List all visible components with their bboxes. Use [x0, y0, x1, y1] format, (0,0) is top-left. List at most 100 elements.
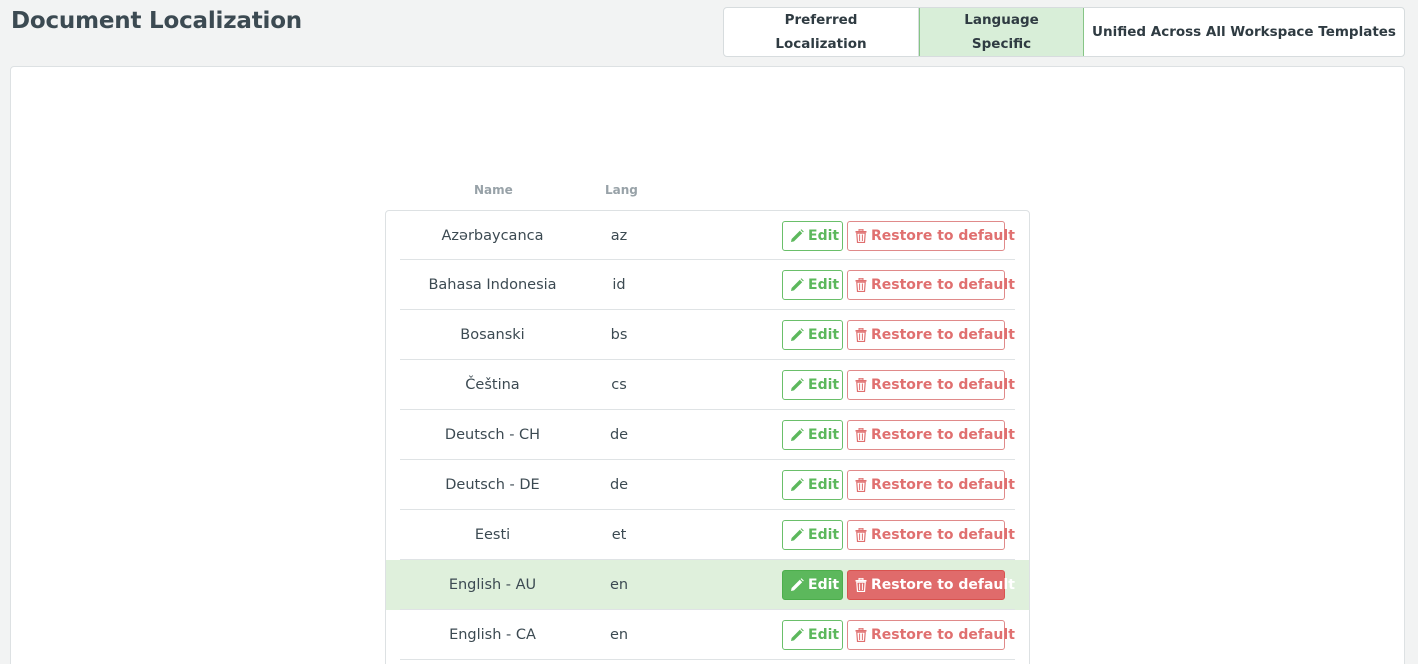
edit-button[interactable]: Edit	[782, 620, 843, 650]
language-name: English - CA	[449, 627, 536, 643]
edit-button[interactable]: Edit	[782, 320, 843, 350]
edit-button[interactable]: Edit	[782, 270, 843, 300]
language-code: en	[609, 627, 629, 643]
row-actions: Edit Restore to default	[782, 310, 1015, 360]
row-actions: Edit Restore to default	[782, 610, 1015, 660]
edit-label: Edit	[808, 377, 840, 393]
table-row: Bahasa Indonesia id Edit Restore to defa…	[386, 260, 1029, 310]
restore-to-default-button[interactable]: Restore to default	[847, 220, 1015, 251]
restore-to-default-button[interactable]: Restore to default	[847, 370, 1015, 400]
table-row: Bosanski bs Edit Restore to default	[386, 310, 1029, 360]
table-row: Eesti et Edit Restore to default	[386, 510, 1029, 560]
language-code: et	[611, 527, 627, 543]
edit-button[interactable]: Edit	[782, 570, 843, 600]
restore-to-default-button[interactable]: Restore to default	[847, 470, 1015, 500]
pencil-icon	[791, 578, 804, 591]
trash-icon	[855, 578, 867, 592]
pencil-icon	[791, 378, 804, 391]
trash-icon	[855, 628, 867, 642]
table-row: Čeština cs Edit Restore to default	[386, 360, 1029, 410]
edit-button[interactable]: Edit	[782, 420, 843, 450]
edit-label: Edit	[808, 477, 840, 493]
segment-language-specific[interactable]: Language Specific	[919, 8, 1084, 56]
table-row: Azərbaycanca az Edit Restore to default	[386, 211, 1029, 260]
edit-label: Edit	[808, 527, 840, 543]
row-actions: Edit Restore to default	[782, 211, 1015, 260]
edit-button[interactable]: Edit	[782, 220, 843, 251]
pencil-icon	[791, 278, 804, 291]
edit-label: Edit	[808, 227, 840, 244]
restore-label: Restore to default	[871, 477, 1015, 493]
trash-icon	[855, 528, 867, 542]
edit-label: Edit	[808, 577, 840, 593]
trash-icon	[855, 328, 867, 342]
language-code: id	[612, 277, 626, 293]
language-code: cs	[611, 377, 627, 393]
restore-label: Restore to default	[871, 227, 1015, 244]
language-name: Deutsch - CH	[444, 427, 541, 443]
localization-table: Azərbaycanca az Edit Restore to default	[385, 210, 1030, 664]
table-row: Deutsch - CH de Edit Restore to default	[386, 410, 1029, 460]
trash-icon	[855, 378, 867, 392]
language-name: Čeština	[465, 377, 520, 393]
restore-label: Restore to default	[871, 277, 1015, 293]
table-row: English - AU en Edit Restore to default	[386, 560, 1029, 610]
language-name: Eesti	[474, 527, 511, 543]
trash-icon	[855, 478, 867, 492]
pencil-icon	[791, 328, 804, 341]
restore-to-default-button[interactable]: Restore to default	[847, 270, 1015, 300]
edit-label: Edit	[808, 627, 840, 643]
column-header-lang: Lang	[605, 183, 638, 197]
restore-to-default-button[interactable]: Restore to default	[847, 320, 1015, 350]
page-title: Document Localization	[11, 8, 302, 34]
restore-label: Restore to default	[871, 577, 1015, 593]
localization-mode-toggle: Preferred Localization Language Specific…	[723, 7, 1405, 57]
edit-button[interactable]: Edit	[782, 470, 843, 500]
pencil-icon	[791, 628, 804, 641]
restore-to-default-button[interactable]: Restore to default	[847, 420, 1015, 450]
language-name: English - AU	[448, 577, 537, 593]
edit-label: Edit	[808, 277, 840, 293]
row-actions: Edit Restore to default	[782, 460, 1015, 510]
language-code: en	[609, 577, 629, 593]
language-code: bs	[610, 327, 628, 343]
segment-label: Language Specific	[964, 12, 1039, 52]
restore-label: Restore to default	[871, 377, 1015, 393]
pencil-icon	[791, 428, 804, 441]
restore-label: Restore to default	[871, 327, 1015, 343]
trash-icon	[855, 278, 867, 292]
segment-label: Unified Across All Workspace Templates	[1092, 24, 1396, 40]
language-name: Bahasa Indonesia	[428, 277, 557, 293]
restore-label: Restore to default	[871, 427, 1015, 443]
language-name: Deutsch - DE	[445, 477, 540, 493]
segment-label: Preferred Localization	[775, 12, 867, 52]
pencil-icon	[791, 478, 804, 491]
row-actions: Edit Restore to default	[782, 510, 1015, 560]
table-row: Deutsch - DE de Edit Restore to default	[386, 460, 1029, 510]
pencil-icon	[791, 228, 804, 242]
edit-label: Edit	[808, 327, 840, 343]
row-actions: Edit Restore to default	[782, 360, 1015, 410]
restore-to-default-button[interactable]: Restore to default	[847, 570, 1015, 600]
language-name: Bosanski	[460, 327, 525, 343]
column-header-name: Name	[474, 183, 513, 197]
segment-preferred-localization[interactable]: Preferred Localization	[724, 8, 919, 56]
language-name: Azərbaycanca	[441, 227, 544, 244]
edit-label: Edit	[808, 427, 840, 443]
row-actions: Edit Restore to default	[782, 560, 1015, 610]
row-actions: Edit Restore to default	[782, 260, 1015, 310]
edit-button[interactable]: Edit	[782, 520, 843, 550]
row-divider	[400, 659, 1015, 660]
edit-button[interactable]: Edit	[782, 370, 843, 400]
segment-unified-templates[interactable]: Unified Across All Workspace Templates	[1084, 8, 1404, 56]
restore-to-default-button[interactable]: Restore to default	[847, 620, 1015, 650]
restore-label: Restore to default	[871, 627, 1015, 643]
language-code: de	[609, 477, 629, 493]
language-code: az	[610, 227, 628, 244]
pencil-icon	[791, 528, 804, 541]
restore-to-default-button[interactable]: Restore to default	[847, 520, 1015, 550]
table-row: English - CA en Edit Restore to default	[386, 610, 1029, 660]
language-code: de	[609, 427, 629, 443]
trash-icon	[855, 428, 867, 442]
row-actions: Edit Restore to default	[782, 410, 1015, 460]
